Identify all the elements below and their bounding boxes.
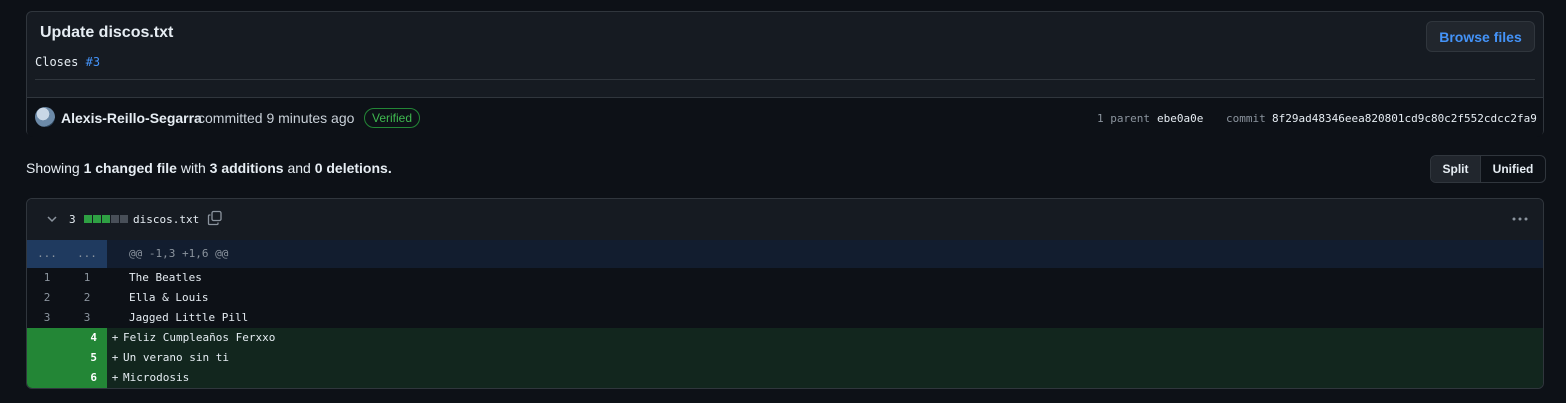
parent-label: 1 parent	[1097, 112, 1150, 125]
commit-sha: 8f29ad48346eea820801cd9c80c2f552cdcc2fa9	[1272, 112, 1537, 125]
old-line-number[interactable]: 2	[27, 288, 67, 308]
new-line-number[interactable]: 3	[67, 308, 107, 328]
addition-sign: +	[111, 371, 119, 384]
diffstat-block	[84, 215, 92, 223]
new-line-number[interactable]: 5	[67, 348, 107, 368]
old-line-number[interactable]: 3	[27, 308, 67, 328]
expand-down-button[interactable]: ...	[67, 240, 107, 268]
summary-changed-files: 1 changed file	[83, 160, 177, 176]
hunk-header: @@ -1,3 +1,6 @@	[129, 247, 229, 260]
diff-summary: Showing 1 changed file with 3 additions …	[26, 160, 392, 176]
file-diff: 3 discos.txt ... ... @@ -1,3 +1,6 @@ 1 1	[26, 198, 1544, 389]
verified-badge[interactable]: Verified	[364, 108, 421, 128]
diffstat-block	[93, 215, 101, 223]
diff-line: 3 3 Jagged Little Pill	[27, 308, 1543, 328]
diffstat-block	[120, 215, 128, 223]
hunk-header-row: ... ... @@ -1,3 +1,6 @@	[27, 240, 1543, 268]
commit-meta-bar: Alexis-Reillo-Segarra committed 9 minute…	[27, 97, 1543, 137]
added-line: 4 + Feliz Cumpleaños Ferxxo	[27, 328, 1543, 348]
commit-description-text: Closes	[35, 55, 79, 69]
commit-label: commit	[1226, 112, 1266, 125]
commit-description: Closes #3	[35, 55, 100, 69]
divider	[35, 79, 1535, 80]
diffstat-blocks	[84, 215, 128, 223]
summary-additions: 3 additions	[209, 160, 284, 176]
new-line-number[interactable]: 4	[67, 328, 107, 348]
diffstat-block	[102, 215, 110, 223]
line-text: Un verano sin ti	[123, 351, 229, 364]
added-line: 6 + Microdosis	[27, 368, 1543, 388]
old-line-number-empty	[27, 328, 67, 348]
commit-header: Update discos.txt Closes #3 Browse files…	[26, 11, 1544, 137]
file-header: 3 discos.txt	[27, 199, 1543, 241]
split-view-button[interactable]: Split	[1431, 156, 1481, 182]
expand-up-button[interactable]: ...	[27, 240, 67, 268]
new-line-number[interactable]: 1	[67, 268, 107, 288]
committed-time: committed 9 minutes ago	[198, 110, 355, 126]
summary-showing: Showing	[26, 160, 80, 176]
line-text: The Beatles	[129, 271, 202, 284]
diff-lines: ... ... @@ -1,3 +1,6 @@ 1 1 The Beatles …	[27, 240, 1543, 388]
summary-with: with	[180, 160, 206, 176]
file-name-link[interactable]: discos.txt	[133, 213, 199, 226]
new-line-number[interactable]: 2	[67, 288, 107, 308]
addition-sign: +	[111, 331, 119, 344]
change-count: 3	[69, 213, 76, 226]
more-options-icon[interactable]	[1511, 212, 1529, 226]
unified-view-button[interactable]: Unified	[1481, 156, 1545, 182]
line-text: Ella & Louis	[129, 291, 209, 304]
summary-and: and	[287, 160, 311, 176]
new-line-number[interactable]: 6	[67, 368, 107, 388]
diff-line: 1 1 The Beatles	[27, 268, 1543, 288]
issue-link[interactable]: #3	[86, 55, 100, 69]
line-text: Feliz Cumpleaños Ferxxo	[123, 331, 276, 344]
addition-sign: +	[111, 351, 119, 364]
browse-files-button[interactable]: Browse files	[1426, 21, 1535, 52]
old-line-number[interactable]: 1	[27, 268, 67, 288]
diff-view-toggle: Split Unified	[1430, 155, 1546, 183]
diff-line: 2 2 Ella & Louis	[27, 288, 1543, 308]
added-line: 5 + Un verano sin ti	[27, 348, 1543, 368]
old-line-number-empty	[27, 368, 67, 388]
line-text: Jagged Little Pill	[129, 311, 249, 324]
summary-deletions: 0 deletions	[314, 160, 388, 176]
author-link[interactable]: Alexis-Reillo-Segarra	[61, 110, 202, 126]
line-text: Microdosis	[123, 371, 190, 384]
chevron-down-icon[interactable]	[46, 213, 58, 225]
old-line-number-empty	[27, 348, 67, 368]
summary-period: .	[387, 160, 392, 176]
commit-title: Update discos.txt	[40, 24, 174, 41]
copy-icon[interactable]	[207, 210, 223, 226]
parent-sha-link[interactable]: ebe0a0e	[1157, 112, 1203, 125]
avatar[interactable]	[35, 107, 55, 127]
diffstat-block	[111, 215, 119, 223]
